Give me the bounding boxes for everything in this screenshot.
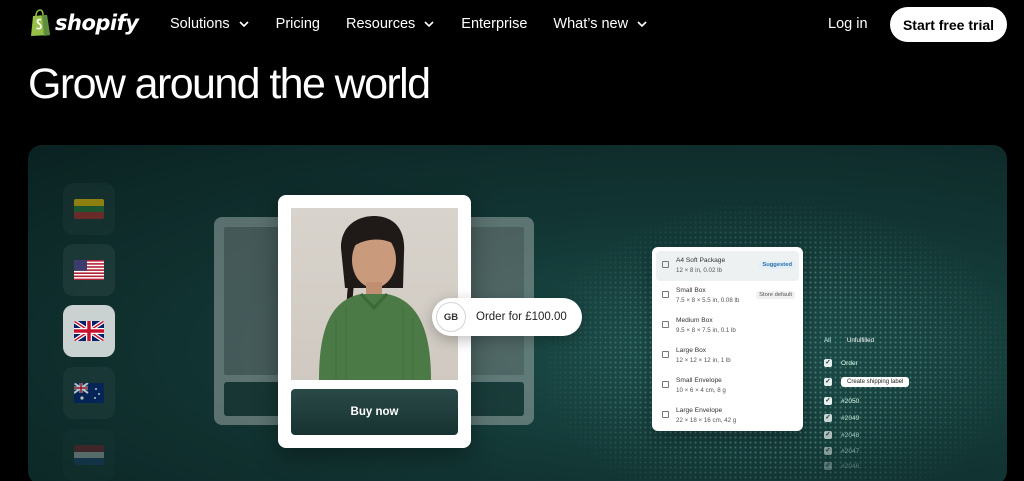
menu-label: Pricing <box>275 16 320 32</box>
order-row[interactable]: ✓ #2049 <box>824 412 859 424</box>
checkbox-checked-icon[interactable]: ✓ <box>824 414 832 422</box>
flag-tile-uk[interactable] <box>63 305 115 357</box>
checkbox-checked-icon[interactable]: ✓ <box>824 397 832 405</box>
package-name: Small Box <box>676 287 706 294</box>
flag-tile-lithuania[interactable] <box>63 183 115 235</box>
order-row[interactable]: ✓ Create shipping label <box>824 376 910 388</box>
menu-label: Resources <box>345 16 416 32</box>
package-name: Small Envelope <box>676 377 722 384</box>
order-pill: GB Order for £100.00 <box>432 298 582 336</box>
shopify-logo[interactable]: shopify <box>29 9 139 37</box>
tab-all[interactable]: All <box>824 337 831 344</box>
order-number: #2049 <box>841 414 860 422</box>
flag-tile-australia[interactable] <box>63 367 115 419</box>
package-name: Large Envelope <box>676 407 723 414</box>
chevron-down-icon <box>637 21 647 28</box>
order-row[interactable]: ✓ #2048 <box>824 429 859 441</box>
country-code-badge: GB <box>436 302 466 332</box>
package-dimensions: 12 × 12 × 12 in, 1 lb <box>676 357 731 364</box>
package-name: A4 Soft Package <box>676 257 726 264</box>
package-dimensions: 10 × 6 × 4 cm, 8 g <box>676 387 726 394</box>
orders-header-row: ✓ Order <box>824 357 858 369</box>
flag-tile-us[interactable] <box>63 244 115 296</box>
package-name: Medium Box <box>676 317 713 324</box>
suggested-badge: Suggested <box>759 261 795 269</box>
start-free-trial-button[interactable]: Start free trial <box>890 7 1007 42</box>
package-dimensions: 12 × 8 in, 0.02 lb <box>676 267 722 274</box>
checkbox-checked-icon[interactable]: ✓ <box>824 378 832 386</box>
package-dimensions: 9.5 × 8 × 7.5 in, 0.1 lb <box>676 327 736 334</box>
package-icon <box>662 261 669 268</box>
package-name: Large Box <box>676 347 707 354</box>
menu-pricing[interactable]: Pricing <box>276 16 320 32</box>
box-icon <box>662 291 669 298</box>
package-dimensions: 22 × 18 × 16 cm, 42 g <box>676 417 737 424</box>
menu-solutions[interactable]: Solutions <box>170 16 250 32</box>
chevron-down-icon <box>239 21 249 28</box>
box-icon <box>662 351 669 358</box>
checkbox-checked-icon[interactable]: ✓ <box>824 462 832 470</box>
checkbox-checked-icon[interactable]: ✓ <box>824 431 832 439</box>
menu-resources[interactable]: Resources <box>346 16 435 32</box>
store-default-badge: Store default <box>756 291 795 299</box>
order-row[interactable]: ✓ #2047 <box>824 445 859 457</box>
main-menu: Solutions Pricing Resources Enterprise W… <box>170 16 674 32</box>
order-number: #2046 <box>841 462 860 470</box>
buy-now-button[interactable]: Buy now <box>291 389 458 435</box>
flag-tile-netherlands[interactable] <box>63 429 115 481</box>
chevron-down-icon <box>424 21 434 28</box>
product-photo <box>291 208 458 380</box>
order-number: #2050 <box>841 397 860 405</box>
orders-tabs: All Unfulfilled <box>824 337 874 344</box>
order-number: #2047 <box>841 447 860 455</box>
model-illustration <box>319 216 431 380</box>
menu-label: What’s new <box>553 16 629 32</box>
envelope-icon <box>662 381 669 388</box>
package-option[interactable]: Large Envelope 22 × 18 × 16 cm, 42 g <box>656 401 799 431</box>
us-flag-icon <box>74 260 104 280</box>
package-option[interactable]: Large Box 12 × 12 × 12 in, 1 lb <box>656 341 799 371</box>
netherlands-flag-icon <box>74 445 104 465</box>
tab-unfulfilled[interactable]: Unfulfilled <box>847 337 874 344</box>
menu-whats-new[interactable]: What’s new <box>553 16 648 32</box>
lithuania-flag-icon <box>74 199 104 219</box>
package-option[interactable]: Medium Box 9.5 × 8 × 7.5 in, 0.1 lb <box>656 311 799 341</box>
package-option[interactable]: A4 Soft Package 12 × 8 in, 0.02 lb Sugge… <box>656 251 799 281</box>
top-navigation: shopify Solutions Pricing Resources Ente… <box>0 0 1024 50</box>
package-option[interactable]: Small Box 7.5 × 8 × 5.5 in, 0.08 lb Stor… <box>656 281 799 311</box>
menu-label: Enterprise <box>461 16 528 32</box>
package-option[interactable]: Small Envelope 10 × 6 × 4 cm, 8 g <box>656 371 799 401</box>
order-row[interactable]: ✓ #2046 <box>824 460 859 472</box>
product-image-left <box>224 227 278 375</box>
package-dimensions: 7.5 × 8 × 5.5 in, 0.08 lb <box>676 297 740 304</box>
order-amount: Order for £100.00 <box>476 311 567 323</box>
package-selector: A4 Soft Package 12 × 8 in, 0.02 lb Sugge… <box>652 247 803 431</box>
australia-flag-icon <box>74 383 104 403</box>
orders-header-label: Order <box>841 359 858 367</box>
brand-name: shopify <box>55 11 139 35</box>
menu-enterprise[interactable]: Enterprise <box>461 16 527 32</box>
shopify-bag-icon <box>31 9 50 36</box>
menu-label: Solutions <box>170 16 230 32</box>
box-icon <box>662 321 669 328</box>
checkbox-checked-icon[interactable]: ✓ <box>824 359 832 367</box>
uk-flag-icon <box>74 321 104 341</box>
orders-list: All Unfulfilled ✓ Order ✓ Create shippin… <box>818 333 938 481</box>
create-shipping-label-button[interactable]: Create shipping label <box>841 377 910 387</box>
order-number: #2048 <box>841 431 860 439</box>
login-link[interactable]: Log in <box>828 16 868 32</box>
order-row[interactable]: ✓ #2050 <box>824 395 859 407</box>
envelope-icon <box>662 411 669 418</box>
checkbox-checked-icon[interactable]: ✓ <box>824 447 832 455</box>
page-headline: Grow around the world <box>28 60 431 108</box>
